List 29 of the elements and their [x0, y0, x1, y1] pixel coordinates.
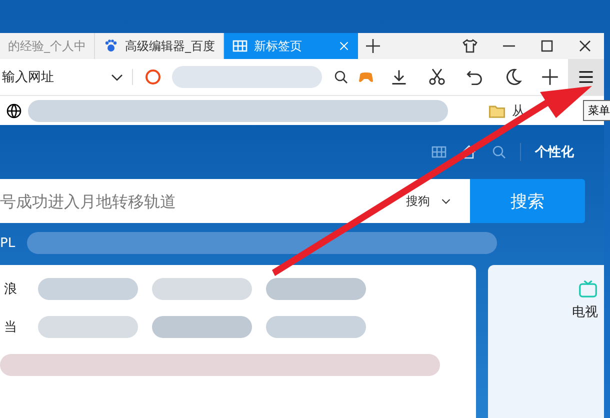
search-icon	[490, 144, 508, 160]
globe-icon	[6, 102, 22, 118]
maximize-icon	[539, 38, 555, 54]
download-icon	[390, 68, 408, 86]
undo-icon	[466, 68, 484, 86]
search-field[interactable]: 号成功进入月地转移轨道 搜狗	[0, 179, 470, 223]
menu-button[interactable]	[568, 59, 604, 95]
shirt-icon	[462, 38, 478, 54]
moon-icon	[504, 68, 522, 86]
engine-select[interactable]: 搜狗	[400, 192, 458, 210]
logo-icon	[144, 69, 160, 85]
scissors-icon	[428, 68, 446, 86]
tv-icon	[578, 279, 598, 299]
minimize-icon	[503, 45, 515, 47]
plus-icon	[541, 68, 559, 86]
personalize-link[interactable]: 个性化	[520, 143, 574, 161]
paw-icon	[103, 38, 119, 54]
channel-label[interactable]: 电视	[572, 303, 598, 321]
hot-word[interactable]: PL	[0, 236, 16, 250]
close-icon	[577, 38, 593, 54]
site-link[interactable]: 浪	[0, 280, 24, 298]
menu-icon	[577, 68, 595, 86]
grid-icon	[232, 38, 248, 54]
search-icon	[333, 69, 349, 85]
grid-icon	[430, 144, 448, 160]
menu-tooltip: 菜单	[583, 100, 610, 121]
site-link[interactable]: 当	[0, 318, 24, 336]
close-icon	[338, 40, 350, 52]
plus-icon	[365, 38, 381, 54]
